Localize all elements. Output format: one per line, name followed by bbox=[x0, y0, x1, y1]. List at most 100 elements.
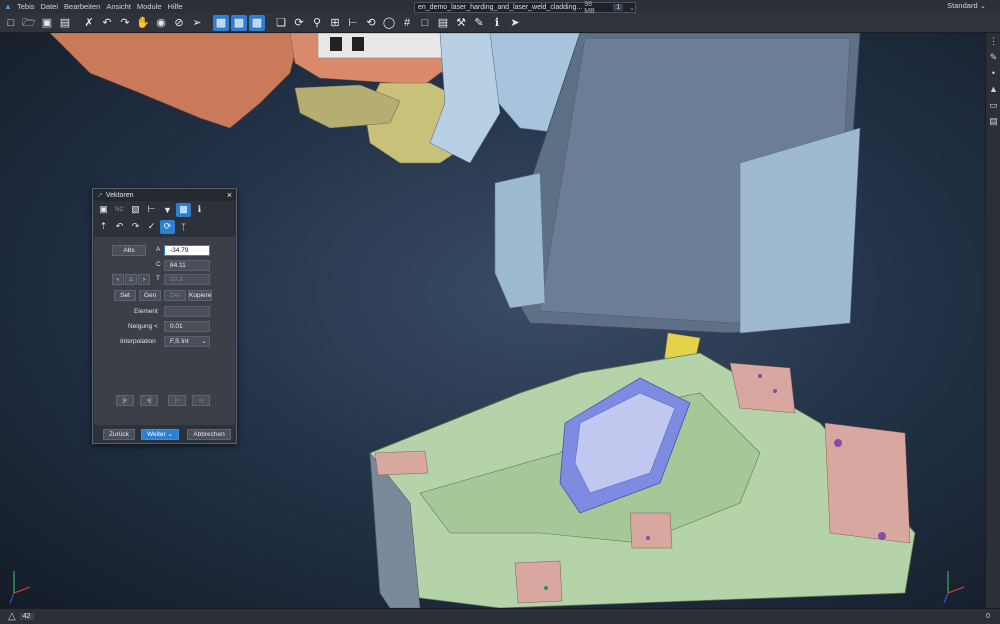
next-arrow-icon[interactable]: › bbox=[138, 274, 150, 285]
set-button[interactable]: Set bbox=[114, 290, 136, 301]
section-icon[interactable]: ◯ bbox=[381, 15, 397, 31]
last-icon[interactable]: »| bbox=[192, 395, 210, 406]
field-t[interactable]: 10.3 bbox=[164, 274, 210, 285]
monitor-icon[interactable]: ▭ bbox=[986, 97, 1000, 113]
zoom-icon[interactable]: ⚲ bbox=[309, 15, 325, 31]
copy-view-icon[interactable]: ❏ bbox=[273, 15, 289, 31]
filter-icon[interactable]: ▼ bbox=[160, 203, 175, 217]
label-c: C bbox=[156, 261, 161, 268]
hide-icon[interactable]: ⊘ bbox=[171, 15, 187, 31]
dialog-footer: Zurück Weiter ⌄ Abbrechen bbox=[94, 425, 235, 443]
field-c[interactable]: 84.11 bbox=[164, 260, 210, 271]
reset-icon[interactable]: ⟲ bbox=[363, 15, 379, 31]
tool-icon[interactable]: ▧ bbox=[128, 203, 143, 217]
undo-icon[interactable]: ↶ bbox=[99, 15, 115, 31]
next-button[interactable]: Weiter ⌄ bbox=[141, 429, 179, 440]
dialog-titlebar[interactable]: ➚ Vektoren × bbox=[93, 189, 236, 201]
axis-triad-right bbox=[943, 571, 965, 604]
info-icon[interactable]: ℹ bbox=[192, 203, 207, 217]
info-icon[interactable]: ℹ bbox=[489, 15, 505, 31]
dialog-icon-row-2: ⇡ ↶ ↷ ✓ ⟳ ᛉ bbox=[93, 218, 236, 235]
chevron-down-icon: ⌄ bbox=[167, 431, 173, 438]
kopiere-button[interactable]: Kopiere bbox=[188, 290, 212, 301]
rotate-icon[interactable]: ⟳ bbox=[291, 15, 307, 31]
probe-icon[interactable]: ✎ bbox=[471, 15, 487, 31]
axis-icon[interactable]: ⊢ bbox=[144, 203, 159, 217]
menu-tebis[interactable]: Tebis bbox=[17, 2, 35, 11]
layers-icon[interactable]: ▤ bbox=[986, 113, 1000, 129]
tree-icon[interactable]: ▲ bbox=[986, 81, 1000, 97]
save-icon[interactable]: ▣ bbox=[39, 15, 55, 31]
del-button[interactable]: Del bbox=[164, 290, 186, 301]
pointer-icon[interactable]: ➢ bbox=[189, 15, 205, 31]
element-field[interactable] bbox=[164, 306, 210, 317]
document-count-badge: 1 bbox=[613, 4, 624, 11]
sidebar-handle-icon[interactable]: ⋮ bbox=[986, 33, 1000, 49]
workspace-select[interactable]: Standard ⌄ bbox=[947, 1, 986, 10]
menu-hilfe[interactable]: Hilfe bbox=[168, 2, 183, 11]
axis-icon[interactable]: ⊢ bbox=[345, 15, 361, 31]
cut-icon[interactable]: ✗ bbox=[81, 15, 97, 31]
arrow-back-icon[interactable]: ↶ bbox=[112, 220, 127, 234]
cube-icon[interactable]: ▩ bbox=[176, 202, 191, 217]
menu-ansicht[interactable]: Ansicht bbox=[106, 2, 131, 11]
document-name: en_demo_laser_harding_and_laser_weld_cla… bbox=[418, 4, 583, 11]
back-button[interactable]: Zurück bbox=[103, 429, 135, 440]
document-tab[interactable]: en_demo_laser_harding_and_laser_weld_cla… bbox=[414, 1, 636, 15]
measure-icon[interactable]: □ bbox=[417, 15, 433, 31]
arrow-down-icon[interactable]: ↷ bbox=[128, 220, 143, 234]
status-right-value: 0 bbox=[986, 613, 990, 620]
home-icon[interactable]: ⌂ bbox=[125, 274, 137, 285]
right-sidebar: ⋮ ✎ • ▲ ▭ ▤ bbox=[985, 33, 1000, 608]
field-a[interactable]: -34.79 bbox=[164, 245, 210, 256]
message-count-badge[interactable]: 42 bbox=[19, 613, 34, 620]
chevron-down-icon: ⌄ bbox=[201, 338, 207, 345]
prev-arrow-icon[interactable]: ‹ bbox=[112, 274, 124, 285]
rotate-icon[interactable]: ⟳ bbox=[160, 219, 175, 234]
dialog-body: Abs A -34.79 C 84.11 ‹ ⌂ › T 10.3 Set Ge… bbox=[94, 237, 235, 439]
prev-step-icon[interactable]: |« bbox=[168, 395, 186, 406]
menu-datei[interactable]: Datei bbox=[41, 2, 59, 11]
tebis-logo-icon: ▲ bbox=[4, 2, 12, 11]
mode-icon[interactable]: ⇡ bbox=[96, 220, 111, 234]
hand-icon[interactable]: ✋ bbox=[135, 15, 151, 31]
dialog-icon-row-1: ▣ NC ▧ ⊢ ▼ ▩ ℹ bbox=[93, 201, 236, 218]
wrench-icon[interactable]: ⚒ bbox=[453, 15, 469, 31]
grid-icon[interactable]: # bbox=[399, 15, 415, 31]
interpolation-select[interactable]: F,S Int ⌄ bbox=[164, 336, 210, 347]
neigung-field[interactable]: 0.01 bbox=[164, 321, 210, 332]
save-icon[interactable]: ▣ bbox=[96, 203, 111, 217]
interpolation-label: Interpolation bbox=[120, 338, 156, 345]
view-side-icon[interactable]: ▩ bbox=[249, 14, 265, 31]
label-a: A bbox=[156, 246, 161, 253]
check-icon[interactable]: ✓ bbox=[144, 220, 159, 234]
gen-button[interactable]: Gen bbox=[139, 290, 161, 301]
view-iso-icon[interactable]: ▩ bbox=[213, 14, 229, 31]
coordinate-icon[interactable]: ᛉ bbox=[176, 220, 191, 234]
cancel-button[interactable]: Abbrechen bbox=[187, 429, 231, 440]
element-label: Element bbox=[134, 308, 158, 315]
warning-icon[interactable]: △ bbox=[8, 611, 16, 622]
fit-icon[interactable]: ⊞ bbox=[327, 15, 343, 31]
next-icon[interactable]: ›| bbox=[140, 395, 158, 406]
menu-module[interactable]: Module bbox=[137, 2, 162, 11]
nc-icon[interactable]: NC bbox=[112, 203, 127, 217]
open-icon[interactable]: 🗁 bbox=[21, 15, 37, 31]
chevron-down-icon[interactable]: ⌄ bbox=[629, 4, 635, 12]
select-icon[interactable]: ➤ bbox=[507, 15, 523, 31]
close-icon[interactable]: × bbox=[227, 190, 232, 200]
vektoren-dialog: ➚ Vektoren × ▣ NC ▧ ⊢ ▼ ▩ ℹ ⇡ ↶ ↷ ✓ ⟳ ᛉ … bbox=[92, 188, 237, 444]
layer-icon[interactable]: ▤ bbox=[435, 15, 451, 31]
app-window: ▲ Tebis Datei Bearbeiten Ansicht Module … bbox=[0, 0, 1000, 624]
pencil-icon[interactable]: ✎ bbox=[986, 49, 1000, 65]
save-as-icon[interactable]: ▤ bbox=[57, 15, 73, 31]
new-icon[interactable]: □ bbox=[3, 15, 19, 31]
redo-icon[interactable]: ↷ bbox=[117, 15, 133, 31]
menu-bar: ▲ Tebis Datei Bearbeiten Ansicht Module … bbox=[0, 0, 1000, 15]
menu-bearbeiten[interactable]: Bearbeiten bbox=[64, 2, 100, 11]
view-front-icon[interactable]: ▩ bbox=[231, 14, 247, 31]
eye-icon[interactable]: ◉ bbox=[153, 15, 169, 31]
first-icon[interactable]: |‹ bbox=[116, 395, 134, 406]
pin-icon[interactable]: • bbox=[986, 65, 1000, 81]
abs-button[interactable]: Abs bbox=[112, 245, 146, 256]
